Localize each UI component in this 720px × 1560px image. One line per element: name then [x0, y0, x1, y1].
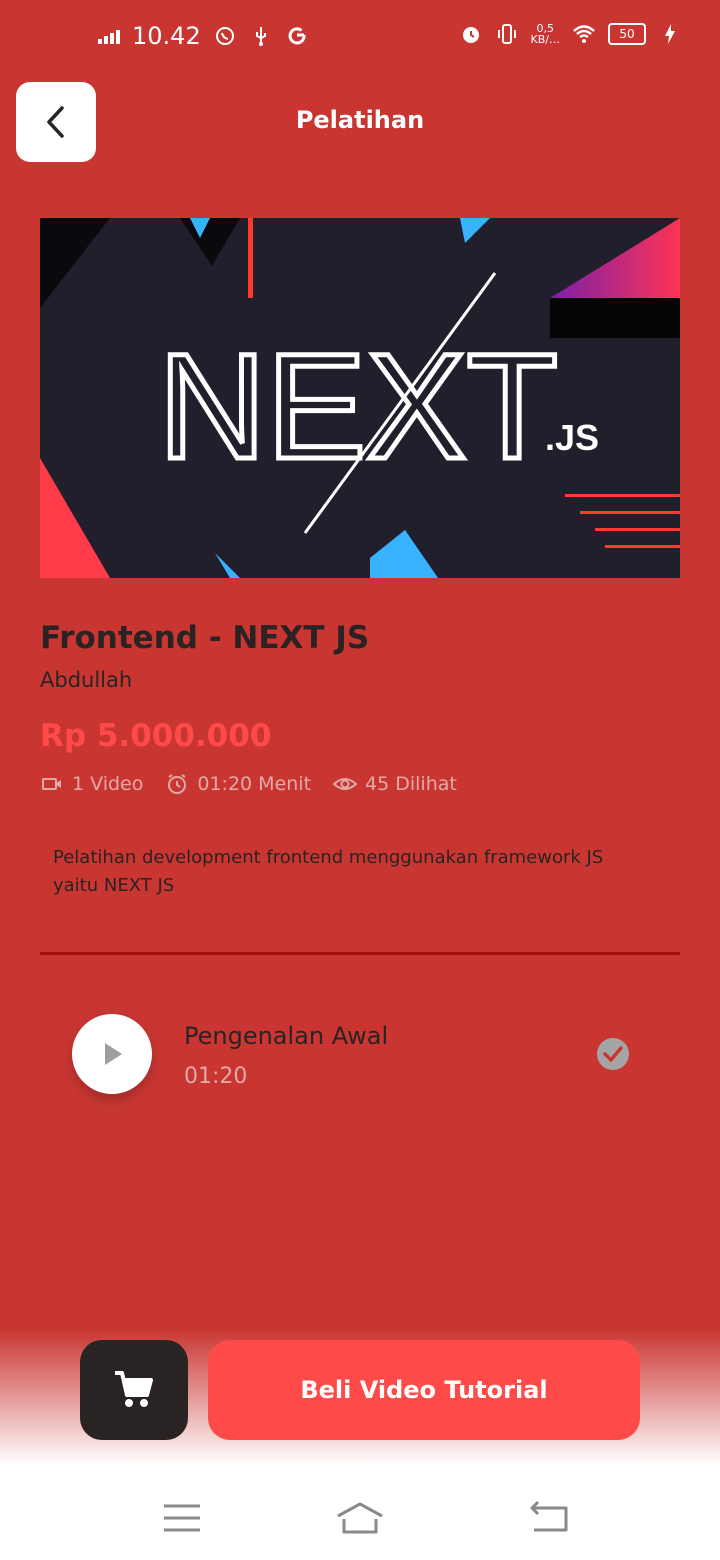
status-bar: 10.42 0,5 KB/… 50	[0, 0, 720, 76]
status-time: 10.42	[132, 22, 201, 50]
buy-video-button[interactable]: Beli Video Tutorial	[208, 1340, 640, 1440]
battery-icon: 50	[608, 23, 646, 45]
status-right: 0,5 KB/… 50	[459, 22, 682, 46]
nextjs-logo: NEXT	[158, 322, 558, 490]
cart-icon	[115, 1371, 153, 1407]
divider	[40, 952, 680, 955]
video-count: 1 Video	[40, 772, 143, 796]
course-banner: NEXT .JS	[40, 218, 680, 578]
play-button[interactable]	[72, 1014, 152, 1094]
course-description: Pelatihan development frontend menggunak…	[53, 847, 604, 896]
course-duration: 01:20 Menit	[165, 772, 311, 796]
course-title: Frontend - NEXT JS	[40, 620, 370, 656]
status-left: 10.42	[98, 22, 309, 50]
navigation-bar	[0, 1480, 720, 1560]
nextjs-logo-suffix: .JS	[545, 417, 599, 458]
alarm-clock-icon	[168, 774, 187, 794]
video-camera-icon	[42, 778, 61, 790]
video-title: Pengenalan Awal	[184, 1022, 389, 1050]
vibrate-icon	[497, 24, 516, 44]
view-count: 45 Dilihat	[333, 772, 457, 796]
video-duration: 01:20	[184, 1064, 248, 1089]
video-list-item[interactable]: Pengenalan Awal 01:20	[72, 1014, 632, 1094]
home-icon[interactable]	[336, 1500, 384, 1536]
course-price: Rp 5.000.000	[40, 718, 272, 754]
play-icon	[105, 1043, 122, 1065]
net-speed: 0,5 KB/…	[530, 22, 560, 46]
alarm-icon	[462, 27, 479, 43]
usb-icon	[255, 27, 266, 46]
course-thumbnail: NEXT .JS	[40, 218, 680, 578]
wifi-icon	[573, 25, 595, 43]
back-nav-icon[interactable]	[524, 1500, 572, 1536]
course-meta: 1 Video 01:20 Menit 45 Dilihat	[40, 772, 479, 796]
menu-icon[interactable]	[158, 1500, 206, 1536]
eye-icon	[333, 778, 358, 790]
cart-button[interactable]	[80, 1340, 188, 1440]
charging-icon	[665, 24, 675, 44]
whatsapp-icon	[215, 27, 234, 45]
page-title: Pelatihan	[295, 106, 425, 134]
google-icon	[288, 27, 306, 45]
signal-icon	[98, 28, 120, 44]
check-circle-icon	[597, 1038, 629, 1070]
course-author: Abdullah	[40, 668, 133, 692]
